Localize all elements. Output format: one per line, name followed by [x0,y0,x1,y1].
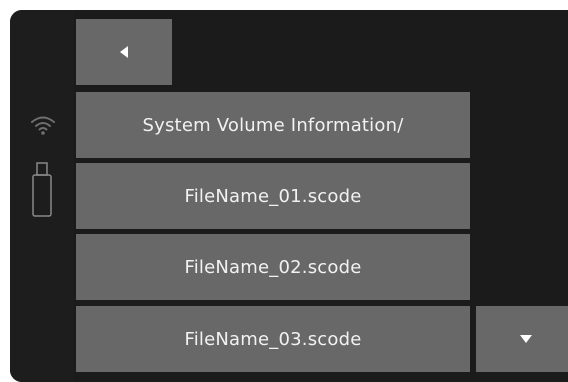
list-item[interactable]: FileName_02.scode [76,234,470,300]
list-item[interactable]: System Volume Information/ [76,92,470,158]
file-browser: System Volume Information/ FileName_01.s… [74,10,568,382]
wifi-icon [31,116,55,135]
back-button[interactable] [76,19,172,85]
triangle-left-icon [120,46,128,58]
status-rail [10,10,74,382]
scroll-down-button[interactable] [476,306,568,372]
list-item[interactable]: FileName_01.scode [76,163,470,229]
device-screen: System Volume Information/ FileName_01.s… [10,10,568,382]
list-item-label: System Volume Information/ [142,114,404,136]
list-item-label: FileName_02.scode [184,256,362,278]
triangle-down-icon [520,335,532,343]
list-item-label: FileName_01.scode [184,185,362,207]
list-item-label: FileName_03.scode [184,328,362,350]
usb-drive-icon [32,162,52,217]
list-item[interactable]: FileName_03.scode [76,306,470,372]
